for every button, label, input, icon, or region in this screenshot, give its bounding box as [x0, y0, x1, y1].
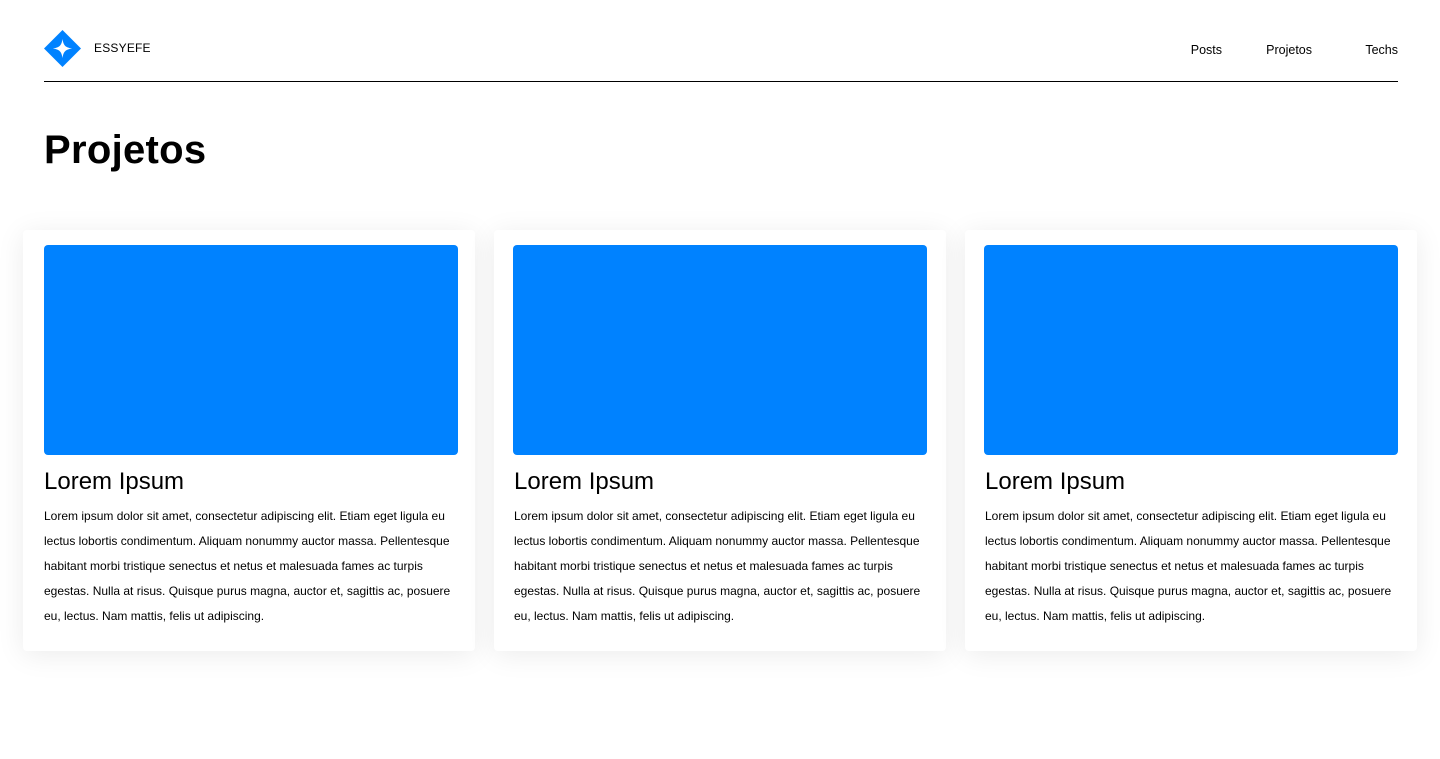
- nav-item-projetos[interactable]: Projetos: [1266, 43, 1312, 57]
- nav-item-techs[interactable]: Techs: [1365, 43, 1398, 57]
- project-description: Lorem ipsum dolor sit amet, consectetur …: [985, 509, 1392, 623]
- project-card[interactable]: Lorem Ipsum Lorem ipsum dolor sit amet, …: [23, 230, 475, 651]
- project-image[interactable]: [513, 245, 927, 455]
- diamond-star-logo-icon[interactable]: [44, 30, 81, 67]
- site-header: ESSYEFE Posts Projetos Techs: [44, 0, 1398, 82]
- nav-item-posts[interactable]: Posts: [1191, 43, 1222, 57]
- page-title: Projetos: [44, 128, 207, 172]
- project-card[interactable]: Lorem Ipsum Lorem ipsum dolor sit amet, …: [965, 230, 1417, 651]
- project-title[interactable]: Lorem Ipsum: [44, 468, 184, 496]
- project-description: Lorem ipsum dolor sit amet, consectetur …: [514, 509, 921, 623]
- project-title[interactable]: Lorem Ipsum: [985, 468, 1125, 496]
- project-description: Lorem ipsum dolor sit amet, consectetur …: [44, 509, 451, 623]
- project-title[interactable]: Lorem Ipsum: [514, 468, 654, 496]
- project-image[interactable]: [984, 245, 1398, 455]
- project-image[interactable]: [44, 245, 458, 455]
- project-card[interactable]: Lorem Ipsum Lorem ipsum dolor sit amet, …: [494, 230, 946, 651]
- brand-name[interactable]: ESSYEFE: [94, 41, 151, 55]
